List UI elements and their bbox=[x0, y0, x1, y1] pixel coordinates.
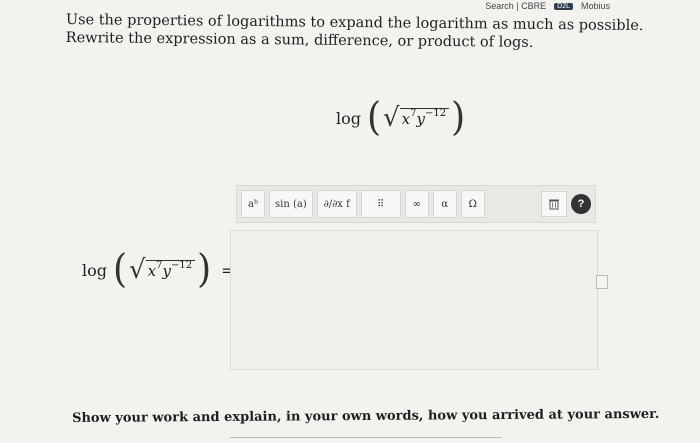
left-paren: ( bbox=[113, 246, 128, 292]
x-exponent: 7 bbox=[410, 108, 417, 119]
y-var: y bbox=[416, 110, 425, 128]
y-var: y bbox=[162, 262, 171, 280]
left-paren: ( bbox=[367, 94, 382, 140]
alpha-button[interactable]: α bbox=[432, 190, 457, 218]
square-root: √ x7y−12 bbox=[129, 255, 196, 285]
bookmark-search-cbre[interactable]: Search | CBRE bbox=[485, 1, 546, 11]
omega-button[interactable]: Ω bbox=[460, 190, 485, 218]
answer-input-box[interactable] bbox=[230, 230, 598, 370]
math-toolbar: aᵇ sin (a) ∂/∂x f ⠿ ∞ α Ω ? bbox=[236, 185, 596, 223]
power-button[interactable]: aᵇ bbox=[241, 190, 265, 218]
derivative-button[interactable]: ∂/∂x f bbox=[316, 190, 357, 218]
matrix-button[interactable]: ⠿ bbox=[360, 190, 401, 218]
bookmark-mobius[interactable]: Mobius bbox=[581, 1, 610, 11]
browser-topbar: Search | CBRE D2L Mobius bbox=[485, 0, 610, 12]
work-explanation-prompt: Show your work and explain, in your own … bbox=[72, 406, 660, 426]
x-var: x bbox=[147, 262, 157, 280]
given-expression: log ( √ x7y−12 ) bbox=[336, 94, 466, 140]
x-var: x bbox=[401, 110, 411, 128]
question-prompt: Use the properties of logarithms to expa… bbox=[65, 11, 644, 51]
y-exponent: −12 bbox=[170, 260, 193, 271]
right-paren: ) bbox=[451, 94, 466, 140]
square-root: √ x7y−12 bbox=[383, 103, 450, 133]
infinity-button[interactable]: ∞ bbox=[404, 190, 429, 218]
log-operator: log bbox=[82, 260, 107, 280]
help-icon[interactable]: ? bbox=[571, 194, 591, 214]
x-exponent: 7 bbox=[156, 260, 163, 271]
answer-left-expression: log ( √ x7y−12 ) = bbox=[82, 246, 235, 292]
radical-sign-icon: √ bbox=[383, 103, 400, 133]
trash-icon[interactable] bbox=[541, 191, 567, 217]
radicand: x7y−12 bbox=[399, 108, 450, 128]
radical-sign-icon: √ bbox=[129, 255, 146, 285]
trig-button[interactable]: sin (a) bbox=[269, 190, 313, 218]
log-operator: log bbox=[336, 108, 361, 128]
explanation-input-top-edge[interactable] bbox=[230, 437, 502, 438]
y-exponent: −12 bbox=[424, 108, 447, 119]
trash-glyph-icon bbox=[549, 199, 559, 210]
d2l-badge-icon: D2L bbox=[554, 2, 573, 10]
radicand: x7y−12 bbox=[145, 260, 196, 280]
document-icon[interactable] bbox=[596, 275, 608, 289]
right-paren: ) bbox=[197, 246, 212, 292]
